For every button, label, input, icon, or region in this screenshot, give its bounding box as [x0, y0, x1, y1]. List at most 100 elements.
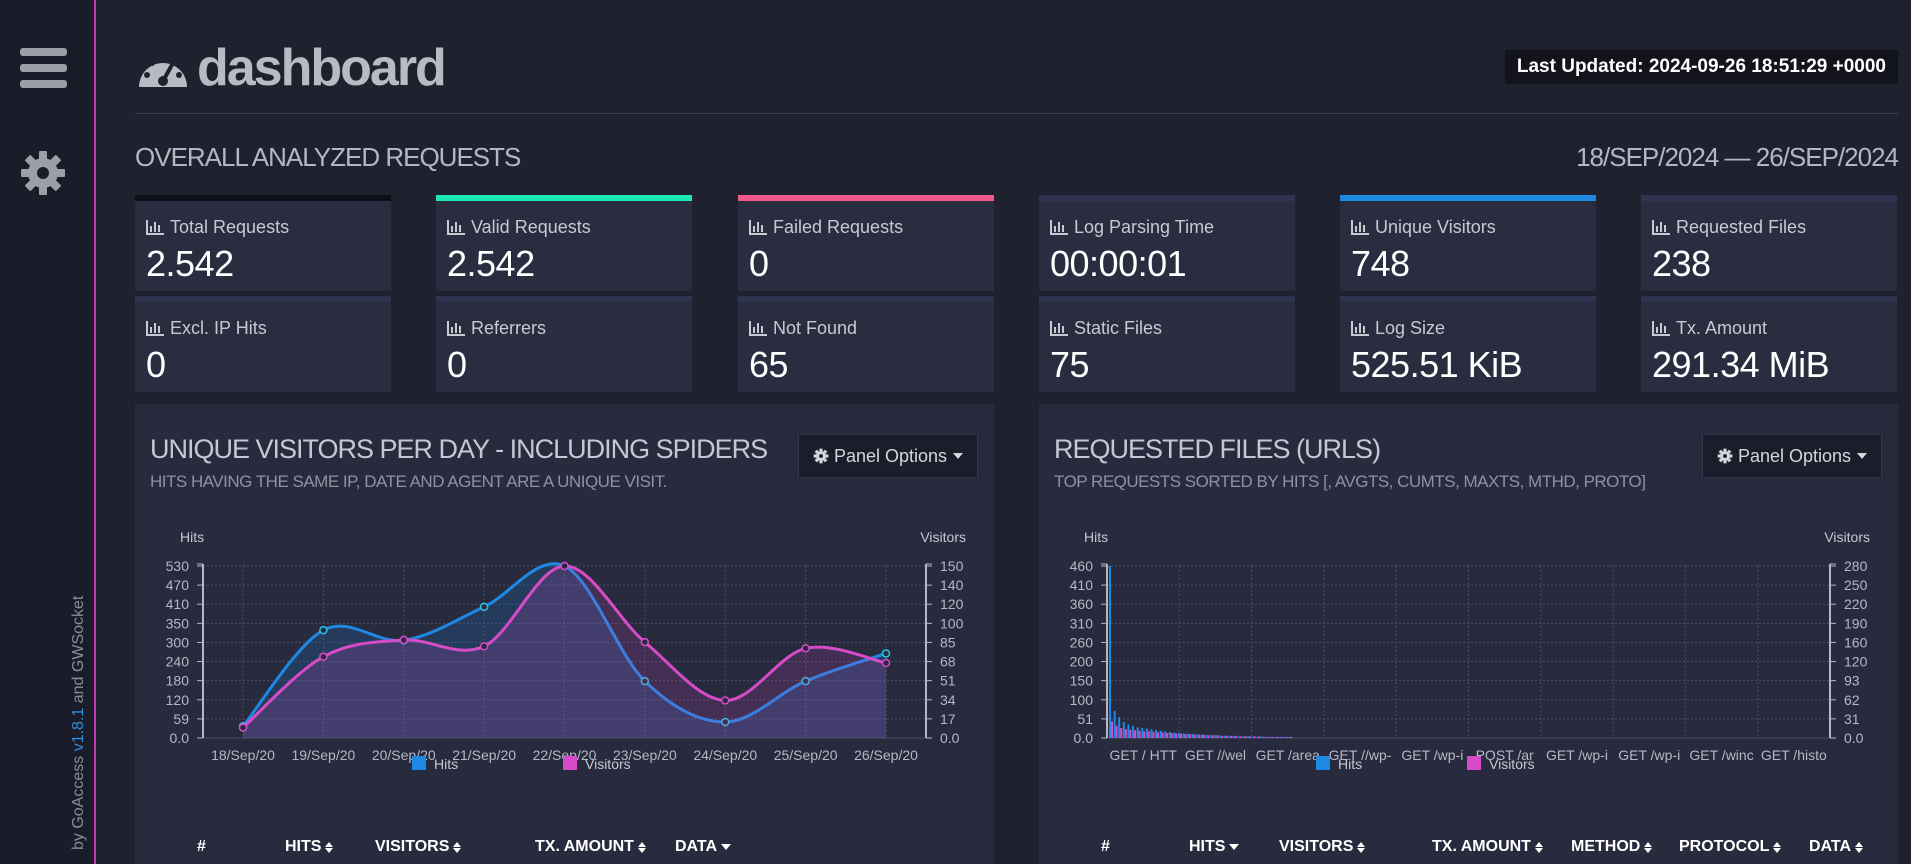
column-label: # [197, 838, 206, 855]
sort-icon [1644, 841, 1653, 853]
bar [1244, 736, 1247, 738]
bar [1258, 736, 1261, 738]
bar [1285, 736, 1288, 738]
bar [1224, 735, 1226, 738]
panel-title: REQUESTED FILES (URLS) [1054, 434, 1381, 464]
x-tick-label: GET //wel [1185, 747, 1246, 763]
sort-icon [1357, 841, 1366, 853]
metric-card: Tx. Amount 291.34 MiB [1641, 296, 1897, 392]
credit-and: and [70, 676, 87, 704]
column-header[interactable]: METHOD [1571, 838, 1653, 856]
legend-label: Visitors [585, 756, 631, 772]
column-header[interactable]: DATA [675, 838, 732, 856]
y-tick-label: 260 [1070, 634, 1094, 650]
bar-chart-icon [749, 220, 767, 235]
metric-label: Requested Files [1652, 217, 1806, 238]
column-header[interactable]: VISITORS [375, 838, 462, 856]
column-header[interactable]: HITS [285, 838, 334, 856]
date-range: 18/SEP/2024 — 26/SEP/2024 [1576, 142, 1899, 172]
metric-label: Tx. Amount [1652, 318, 1767, 339]
bar [1138, 730, 1141, 738]
y-tick-label: 180 [166, 673, 190, 689]
column-header[interactable]: DATA [1809, 838, 1864, 856]
y2-tick-label: 100 [940, 615, 964, 631]
y-tick-label: 0.0 [170, 730, 190, 746]
sort-icon [1855, 841, 1864, 853]
metric-label-text: Failed Requests [773, 217, 904, 237]
bar [1233, 735, 1236, 738]
panel-options-label: Panel Options [833, 445, 948, 466]
panel-visitors: UNIQUE VISITORS PER DAY - INCLUDING SPID… [135, 404, 994, 864]
bar [1191, 733, 1194, 738]
y2-tick-label: 0.0 [1844, 730, 1864, 746]
data-point [801, 644, 810, 653]
version-link[interactable]: v1.8.1 [70, 708, 87, 752]
metric-label: Static Files [1050, 318, 1162, 339]
metric-card: Valid Requests 2.542 [436, 195, 692, 291]
column-header[interactable]: TX. AMOUNT [535, 838, 646, 856]
caret-down-icon [1857, 453, 1868, 459]
metric-label-text: Static Files [1074, 318, 1163, 338]
bar [1168, 731, 1171, 738]
bar [1109, 566, 1111, 738]
column-header[interactable]: HITS [1189, 838, 1240, 856]
bar [1164, 731, 1167, 738]
metric-label-text: Not Found [773, 318, 858, 338]
y-tick-label: 460 [1070, 558, 1094, 574]
bar [1242, 736, 1245, 738]
menu-icon[interactable] [20, 48, 67, 88]
bar [1182, 733, 1185, 738]
y2-tick-label: 31 [1844, 711, 1860, 727]
bar [1129, 729, 1132, 738]
bar [1274, 736, 1277, 738]
bar [1290, 736, 1293, 738]
requests-chart: 0.0 0.0 51 31 100 62 150 93 200 120 260 160 310 190 36… [1070, 529, 1870, 772]
metric-label: Not Found [749, 318, 857, 339]
bar [1256, 736, 1259, 738]
y2-tick-label: 160 [1844, 634, 1868, 650]
bar [1221, 735, 1224, 738]
bar-chart-icon [1652, 321, 1670, 336]
sort-desc-icon [1229, 844, 1240, 850]
x-tick-label: GET /wp-i [1401, 747, 1463, 763]
y-tick-label: 410 [1070, 577, 1094, 593]
last-updated: Last Updated: 2024-09-26 18:51:29 +0000 [1504, 50, 1898, 84]
y-tick-label: 100 [1070, 692, 1094, 708]
bar [1170, 733, 1173, 738]
column-header[interactable]: PROTOCOL [1679, 838, 1782, 856]
gwsocket-link[interactable]: GWSocket [70, 596, 87, 672]
metric-card: Not Found 65 [738, 296, 994, 392]
column-header[interactable]: # [1101, 838, 1110, 856]
gear-icon[interactable] [18, 148, 68, 198]
data-point [721, 696, 730, 705]
column-header[interactable]: TX. AMOUNT [1432, 838, 1543, 856]
bar [1147, 731, 1150, 738]
bar [1122, 721, 1125, 738]
legend-swatch [412, 756, 426, 770]
bar [1226, 735, 1228, 738]
y2-tick-label: 120 [940, 596, 964, 612]
data-point [399, 635, 408, 645]
bar [1120, 728, 1123, 738]
column-header[interactable]: # [197, 838, 206, 856]
sort-icon [1773, 841, 1782, 853]
y-axis-label: Hits [1084, 529, 1108, 545]
metric-value: 525.51 KiB [1351, 344, 1523, 385]
x-tick-label: 21/Sep/20 [452, 747, 516, 763]
x-tick-label: 25/Sep/20 [774, 747, 838, 763]
column-header[interactable]: VISITORS [1279, 838, 1366, 856]
bar [1212, 735, 1215, 738]
bar [1267, 736, 1270, 738]
gear-icon [1717, 448, 1733, 464]
panel-options-button[interactable]: Panel Options [1702, 434, 1882, 478]
y-tick-label: 0.0 [1074, 730, 1094, 746]
panel-options-button[interactable]: Panel Options [798, 434, 978, 478]
y2-tick-label: 220 [1844, 596, 1868, 612]
x-tick-label: 26/Sep/20 [854, 747, 918, 763]
metric-value: 75 [1050, 344, 1090, 385]
y-tick-label: 51 [1077, 711, 1093, 727]
bar-chart-icon [1050, 321, 1068, 336]
metric-label-text: Excl. IP Hits [170, 318, 267, 338]
metric-card: Log Size 525.51 KiB [1340, 296, 1596, 392]
y-tick-label: 470 [166, 577, 190, 593]
